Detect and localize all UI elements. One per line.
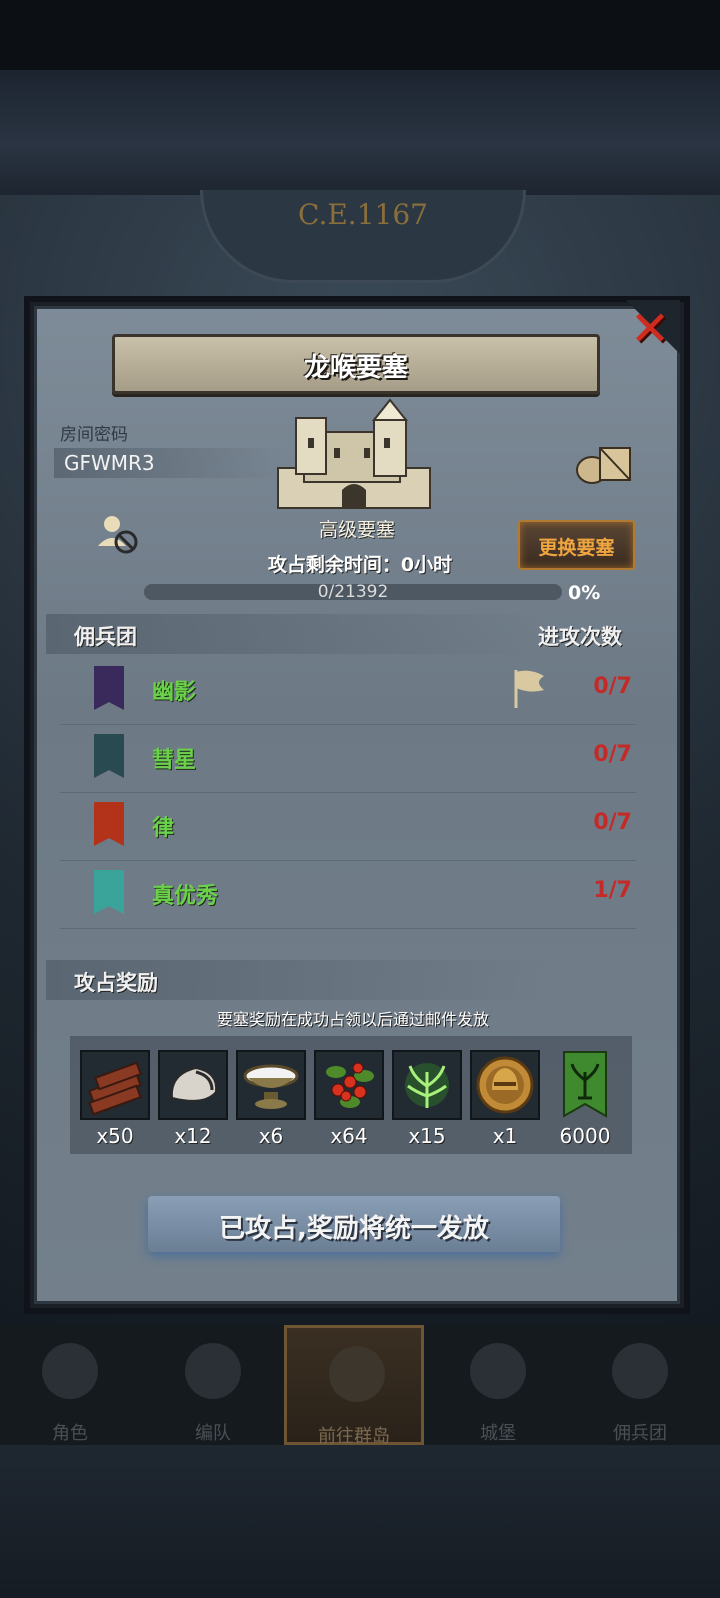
attack-count-header: 进攻次数 [538,625,622,649]
reward-item[interactable]: x12 [158,1050,228,1148]
guild-name: 真优秀 [152,884,219,909]
top-bar [0,70,720,195]
reward-item[interactable]: x50 [80,1050,150,1148]
bottom-background [0,1445,720,1598]
capture-time: 攻占剩余时间：0小时 [267,554,453,576]
title-plate: 龙喉要塞 [112,334,600,394]
mercenary-row[interactable]: 律 0/7 [60,792,636,861]
rewards-note: 要塞奖励在成功占领以后通过邮件发放 [216,1010,489,1029]
year-label: C.E.1167 [298,198,428,231]
reward-item[interactable]: x64 [314,1050,384,1148]
stone-icon [158,1050,228,1120]
reward-item[interactable]: 6000 [550,1050,620,1148]
room-code: GFWMR3 [64,451,155,475]
tab-label: 编队 [195,1423,231,1444]
reward-qty: x12 [174,1124,212,1148]
tab-label: 佣兵团 [613,1423,667,1444]
guild-banner-icon [94,734,124,778]
attack-count: 0/7 [593,742,632,767]
year-dial: C.E.1167 [200,190,526,283]
guild-tab-icon [612,1343,668,1399]
close-icon[interactable]: ✕ [630,302,670,356]
castle-tab-icon [470,1343,526,1399]
mercenary-header: 佣兵团 [74,625,137,649]
tab-castle[interactable]: 城堡 [428,1325,568,1445]
bowl-icon [236,1050,306,1120]
tab-formation[interactable]: 编队 [143,1325,283,1445]
reward-qty: 6000 [559,1124,611,1148]
reward-qty: x15 [408,1124,446,1148]
helmet-coin-icon [470,1050,540,1120]
dialog-title: 龙喉要塞 [303,353,408,383]
reward-item[interactable]: x15 [392,1050,462,1148]
tab-label: 城堡 [480,1423,516,1444]
supplies-icon[interactable] [574,438,632,486]
guild-name: 幽影 [152,680,197,705]
guild-banner-icon [94,666,124,710]
guild-name: 律 [152,816,175,841]
mercenary-row[interactable]: 幽影 0/7 [60,656,636,725]
compass-map-icon [329,1346,385,1402]
rewards-header: 攻占奖励 [74,971,158,995]
mercenary-row[interactable]: 真优秀 1/7 [60,860,636,929]
wood-icon [80,1050,150,1120]
attack-count: 1/7 [593,878,632,903]
mercenary-row[interactable]: 彗星 0/7 [60,724,636,793]
reward-qty: x1 [492,1124,518,1148]
change-fortress-button[interactable]: 更换要塞 [518,520,635,570]
room-code-label: 房间密码 [60,425,128,445]
fortress-name: 高级要塞 [318,519,395,541]
claim-status-bar: 已攻占,奖励将统一发放 [148,1196,560,1252]
tab-character[interactable]: 角色 [0,1325,140,1445]
tab-mercenary[interactable]: 佣兵团 [570,1325,710,1445]
reward-qty: x6 [258,1124,284,1148]
guild-banner-icon [94,870,124,914]
guild-name: 彗星 [152,748,197,773]
flag-icon [514,670,544,708]
knight-icon [42,1343,98,1399]
reward-qty: x50 [96,1124,134,1148]
guild-banner-icon [94,802,124,846]
castle-icon [277,398,431,509]
attack-count: 0/7 [593,810,632,835]
herb-icon [392,1050,462,1120]
tree-banner-icon [550,1050,620,1120]
user-block-icon[interactable] [96,512,140,556]
helmet-icon [185,1343,241,1399]
progress-text: 0/21392 [317,582,389,602]
reward-item[interactable]: x6 [236,1050,306,1148]
reward-qty: x64 [330,1124,368,1148]
claim-status-text: 已攻占,奖励将统一发放 [219,1214,489,1244]
reward-item[interactable]: x1 [470,1050,540,1148]
attack-count: 0/7 [593,674,632,699]
bottom-tab-bar: 角色 编队 前往群岛 城堡 佣兵团 [0,1325,720,1447]
tab-label: 角色 [52,1423,88,1444]
change-fortress-label: 更换要塞 [538,537,615,559]
berries-icon [314,1050,384,1120]
tab-islands[interactable]: 前往群岛 [284,1325,424,1447]
progress-percent: 0% [568,582,601,604]
